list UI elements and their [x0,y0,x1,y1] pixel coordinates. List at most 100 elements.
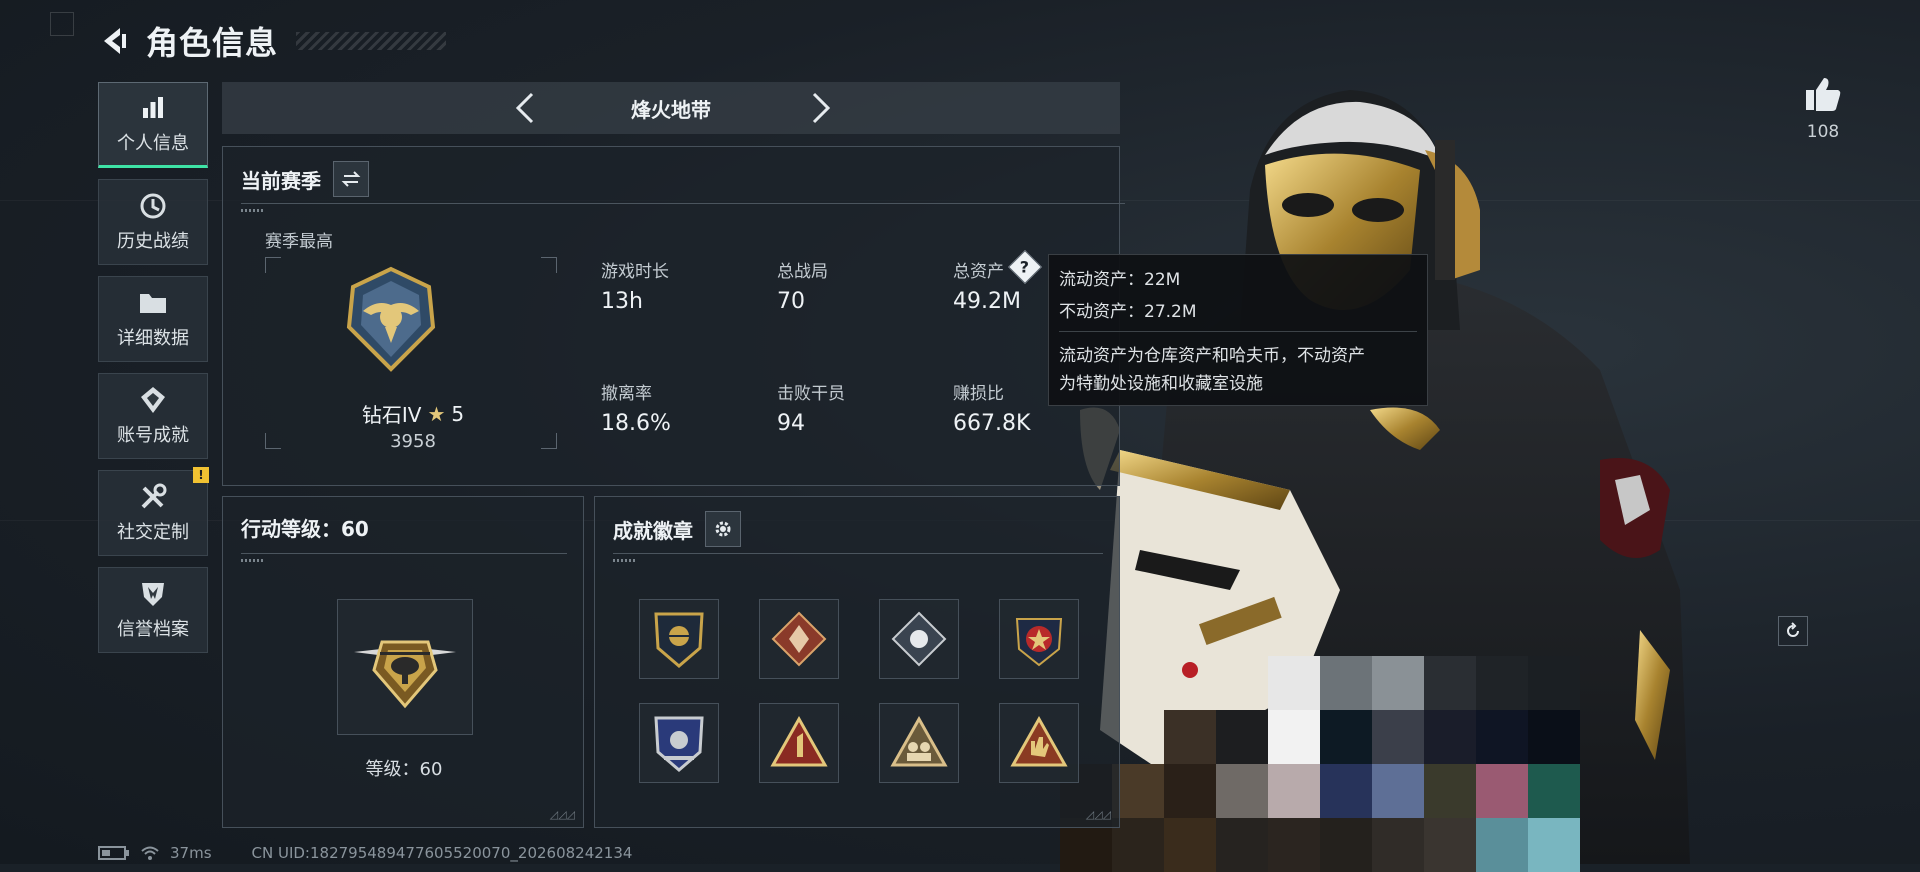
achievement-badge[interactable] [879,703,959,783]
assets-tooltip: 流动资产：22M 不动资产：27.2M 流动资产为仓库资产和哈夫币，不动资产 为… [1048,254,1428,406]
achievements-settings-button[interactable] [705,511,741,547]
sidebar: 个人信息 历史战绩 详细数据 账号成就 ! 社交定制 信誉档案 [98,82,209,664]
achievement-badge[interactable] [879,599,959,679]
credit-shield-icon [138,579,168,609]
tick-decoration [241,209,263,212]
triangle-hand-badge-icon [1010,715,1068,767]
sidebar-item-achievements[interactable]: 账号成就 [98,373,208,459]
tooltip-description: 流动资产为仓库资产和哈夫币，不动资产 [1059,346,1365,366]
sidebar-item-credit-record[interactable]: 信誉档案 [98,567,208,653]
action-level-panel: 行动等级：60 等级：60 ◿◿◿ [222,496,584,828]
status-bar: 37ms CN UID:1827954894776055200​70_20260… [98,844,632,862]
folder-icon [138,288,168,318]
season-switch-button[interactable] [333,161,369,197]
battery-icon [98,846,129,860]
achievement-icon [138,385,168,415]
sidebar-item-label: 社交定制 [117,522,189,543]
stat-value: 94 [777,411,805,436]
title-decoration [296,32,447,50]
stat-value: 70 [777,289,805,314]
mode-selector: 烽火地带 [222,82,1120,134]
rank-name: 钻石IV [361,403,422,427]
mode-next-button[interactable] [802,90,838,126]
rank-emblem-icon [346,266,436,372]
history-icon [138,191,168,221]
level-emblem-frame [337,599,473,735]
triangle-one-badge-icon [770,715,828,767]
likes-count: 108 [1806,122,1840,142]
achievement-badge[interactable] [999,703,1079,783]
swap-icon [341,171,361,187]
help-icon[interactable]: ? [1008,250,1042,284]
rank-stars: 5 [451,401,465,426]
corner-decoration [50,12,74,36]
stat-label: 总战局 [777,262,828,282]
season-title: 当前赛季 [241,168,321,193]
corner-decoration: ◿◿◿ [549,808,575,821]
divider [613,553,1103,554]
sidebar-item-social-custom[interactable]: ! 社交定制 [98,467,209,556]
thumbs-up-icon[interactable] [1804,76,1842,112]
silver-diamond-badge-icon [891,611,947,667]
rotate-icon [1787,622,1799,637]
corner-decoration: ◿◿◿ [1085,808,1111,821]
tools-icon [138,482,168,512]
star-icon: ★ [427,401,446,426]
sidebar-item-history[interactable]: 历史战绩 [98,179,208,265]
frame-corner [265,257,281,273]
tooltip-liquid-assets: 流动资产：22M [1059,270,1181,290]
rank-points: 3958 [390,431,436,452]
stat-label: 击败干员 [777,384,845,404]
sidebar-item-label: 账号成就 [117,425,189,446]
page-title: 角色信息 [146,24,279,62]
wolf-diamond-badge-icon [771,611,827,667]
rank-line: 钻石IV ★ 5 [283,399,543,428]
sidebar-item-label: 信誉档案 [117,619,189,640]
wifi-icon [141,846,159,860]
red-star-badge-icon [1015,618,1063,667]
frame-corner [541,257,557,273]
tick-decoration [241,559,263,562]
divider [241,553,567,554]
achievement-badge[interactable] [639,599,719,679]
stat-value: 667.8K [953,411,1031,436]
stat-value: 13h [601,289,643,314]
mode-prev-button[interactable] [508,90,544,126]
achievement-badge[interactable] [759,599,839,679]
helicopter-emblem-icon [354,640,456,709]
achievements-title: 成就徽章 [613,518,693,543]
back-button[interactable] [98,24,132,58]
achievement-badge[interactable] [639,703,719,783]
mode-title: 烽火地带 [631,97,711,122]
sidebar-item-personal-info[interactable]: 个人信息 [98,82,208,168]
stat-label: 总资产 [953,262,1004,282]
likes: 108 [1804,76,1842,142]
achievement-badge[interactable] [999,599,1079,679]
level-text: 等级：60 [365,759,443,780]
sidebar-item-detailed-data[interactable]: 详细数据 [98,276,208,362]
stat-value: 49.2M [953,289,1021,314]
frame-corner [265,433,281,449]
rotate-model-button[interactable] [1778,616,1808,646]
tick-decoration [613,559,635,562]
blue-shield-badge-icon [654,716,704,772]
page-header: 角色信息 [98,18,447,64]
achievements-panel: 成就徽章 ◿◿◿ [594,496,1120,828]
stat-label: 游戏时长 [601,262,669,282]
divider [241,203,1125,204]
gold-shield-badge-icon [654,612,704,668]
bar-chart-icon [139,93,167,123]
notification-badge: ! [193,467,209,483]
back-arrow-icon [104,28,126,54]
ping-text: 37ms [170,844,212,862]
sidebar-item-label: 个人信息 [117,133,189,154]
sidebar-item-label: 历史战绩 [117,231,189,252]
season-best-label: 赛季最高 [265,232,333,252]
stat-label: 撤离率 [601,384,652,404]
stat-value: 18.6% [601,411,671,436]
gear-icon [715,521,731,537]
tooltip-divider [1059,331,1417,332]
stat-label: 赚损比 [953,384,1004,404]
achievement-badge[interactable] [759,703,839,783]
tooltip-description: 为特勤处设施和收藏室设施 [1059,374,1263,394]
